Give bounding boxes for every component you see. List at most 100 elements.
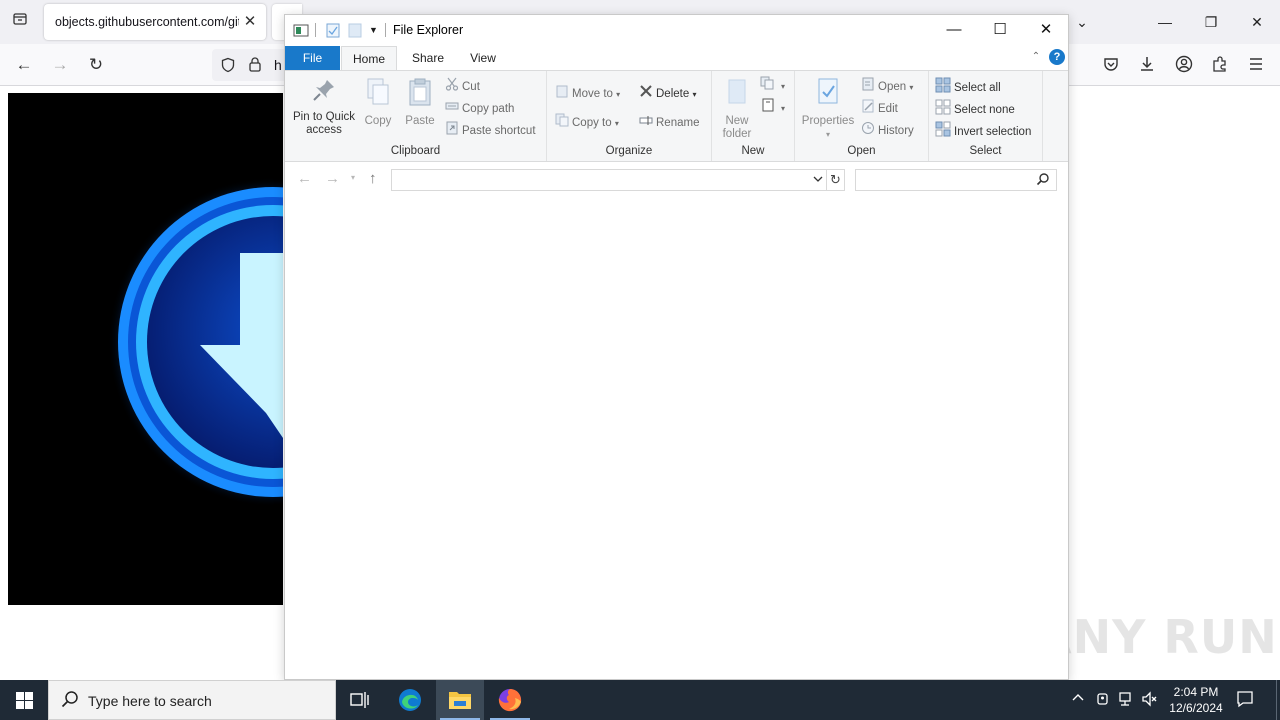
refresh-icon[interactable]: ↻: [827, 169, 845, 191]
rename-button[interactable]: Rename: [639, 113, 699, 131]
show-hidden-icons-chevron-icon[interactable]: [1072, 691, 1084, 708]
ribbon-collapse-icon[interactable]: ⌃: [1029, 50, 1043, 64]
tab-file[interactable]: File: [285, 46, 340, 70]
back-button[interactable]: ←: [10, 51, 38, 79]
url-bar[interactable]: h: [212, 49, 292, 81]
menu-icon[interactable]: [1247, 55, 1265, 76]
tab-home[interactable]: Home: [341, 46, 397, 70]
browser-tab[interactable]: objects.githubusercontent.com/gith ✕: [44, 4, 266, 40]
file-explorer-taskbar-button[interactable]: [436, 680, 484, 720]
select-group: Select all Select none Invert selection …: [929, 71, 1043, 161]
start-button[interactable]: [0, 680, 48, 720]
history-icon: [861, 121, 875, 141]
ribbon-tabs: File Home Share View ⌃ ?: [285, 46, 1068, 70]
recent-locations-dropdown-icon[interactable]: ▾: [351, 173, 355, 182]
shield-icon[interactable]: [220, 57, 236, 76]
explorer-maximize-button[interactable]: ☐: [977, 15, 1023, 45]
customize-qa-dropdown-icon[interactable]: ▼: [369, 25, 378, 43]
new-folder-icon: [716, 77, 758, 111]
copy-path-label: Copy path: [462, 103, 515, 116]
select-all-button[interactable]: Select all: [935, 77, 1001, 95]
search-icon: [1036, 172, 1050, 189]
reload-button[interactable]: ↻: [82, 51, 110, 79]
copy-path-button[interactable]: Copy path: [445, 99, 514, 117]
pocket-icon[interactable]: [1102, 56, 1120, 77]
properties-qa-icon[interactable]: [325, 22, 341, 40]
paste-shortcut-icon: [445, 121, 459, 141]
extensions-icon[interactable]: [1211, 55, 1229, 76]
properties-dropdown-icon: ▾: [825, 130, 830, 139]
invert-selection-button[interactable]: Invert selection: [935, 121, 1031, 139]
volume-muted-icon[interactable]: [1142, 691, 1158, 710]
search-icon: [61, 690, 79, 713]
delete-button[interactable]: Delete ▾: [639, 84, 696, 102]
open-dropdown-icon: ▾: [909, 83, 914, 93]
explorer-app-icon[interactable]: [293, 22, 309, 40]
easy-access-button[interactable]: ▾: [760, 97, 785, 115]
up-arrow-icon[interactable]: ↑: [369, 170, 377, 187]
show-desktop-button[interactable]: [1276, 680, 1280, 720]
qa-separator: [385, 23, 386, 37]
account-icon[interactable]: [1175, 55, 1193, 76]
back-arrow-icon[interactable]: ←: [297, 170, 312, 187]
new-folder-button[interactable]: New folder: [716, 77, 758, 141]
file-list-pane[interactable]: [285, 196, 1068, 679]
edge-taskbar-button[interactable]: [386, 680, 434, 720]
explorer-minimize-button[interactable]: —: [931, 15, 977, 45]
open-button[interactable]: Open ▾: [861, 77, 913, 95]
select-none-button[interactable]: Select none: [935, 99, 1015, 117]
forward-button[interactable]: →: [46, 51, 74, 79]
address-dropdown-icon[interactable]: [813, 172, 823, 189]
easy-access-icon: [760, 97, 778, 119]
notification-center-icon[interactable]: [1236, 690, 1254, 713]
firefox-taskbar-button[interactable]: [486, 680, 534, 720]
paste-button[interactable]: Paste: [401, 77, 439, 128]
pin-to-quick-access-button[interactable]: Pin to Quick access: [289, 77, 359, 137]
tab-list-dropdown-icon[interactable]: ⌄: [1067, 8, 1097, 36]
cut-button[interactable]: Cut: [445, 77, 480, 95]
address-bar[interactable]: [391, 169, 827, 191]
new-item-dropdown-icon: ▾: [781, 82, 786, 92]
cut-label: Cut: [462, 81, 480, 94]
paste-shortcut-button[interactable]: Paste shortcut: [445, 121, 536, 139]
list-all-tabs-icon[interactable]: [5, 8, 35, 36]
browser-restore-button[interactable]: ❐: [1196, 8, 1226, 36]
explorer-title: File Explorer: [393, 23, 464, 37]
copy-to-button[interactable]: Copy to ▾: [555, 113, 619, 131]
download-arrow-image: [8, 93, 283, 605]
edit-button[interactable]: Edit: [861, 99, 898, 117]
taskbar-clock[interactable]: 2:04 PM 12/6/2024: [1166, 684, 1226, 716]
paste-label: Paste: [405, 115, 435, 127]
new-item-button[interactable]: ▾: [760, 75, 785, 93]
properties-button[interactable]: Properties ▾: [799, 77, 857, 141]
search-input[interactable]: [855, 169, 1057, 191]
taskbar-search-box[interactable]: Type here to search: [48, 680, 336, 720]
lock-icon[interactable]: [248, 56, 262, 75]
explorer-close-button[interactable]: ✕: [1023, 15, 1069, 45]
open-icon: [861, 77, 875, 97]
clipboard-group-label: Clipboard: [390, 145, 441, 157]
move-to-button[interactable]: Move to ▾: [555, 84, 620, 102]
network-icon[interactable]: [1118, 691, 1134, 710]
file-explorer-icon: [448, 689, 472, 714]
new-folder-qa-icon[interactable]: [347, 22, 363, 40]
tab-close-icon[interactable]: ✕: [240, 12, 260, 32]
copy-button[interactable]: Copy: [361, 77, 395, 128]
copy-to-dropdown-icon: ▾: [614, 119, 619, 129]
delete-label: Delete: [656, 88, 690, 101]
help-icon[interactable]: ?: [1049, 49, 1065, 65]
download-icon[interactable]: [1138, 55, 1156, 76]
history-button[interactable]: History: [861, 121, 914, 139]
browser-close-button[interactable]: ✕: [1242, 8, 1272, 36]
tab-view[interactable]: View: [461, 46, 505, 70]
task-view-button[interactable]: [336, 680, 384, 720]
forward-arrow-icon[interactable]: →: [325, 170, 340, 187]
tab-share[interactable]: Share: [403, 46, 453, 70]
firefox-icon: [497, 687, 523, 716]
clipboard-group: Pin to Quick access Copy Paste Cut Copy …: [285, 71, 547, 161]
edit-icon: [861, 99, 875, 119]
select-none-icon: [935, 99, 951, 121]
clock-date: 12/6/2024: [1169, 701, 1223, 715]
meet-now-icon[interactable]: [1096, 691, 1110, 710]
browser-minimize-button[interactable]: —: [1150, 8, 1180, 36]
